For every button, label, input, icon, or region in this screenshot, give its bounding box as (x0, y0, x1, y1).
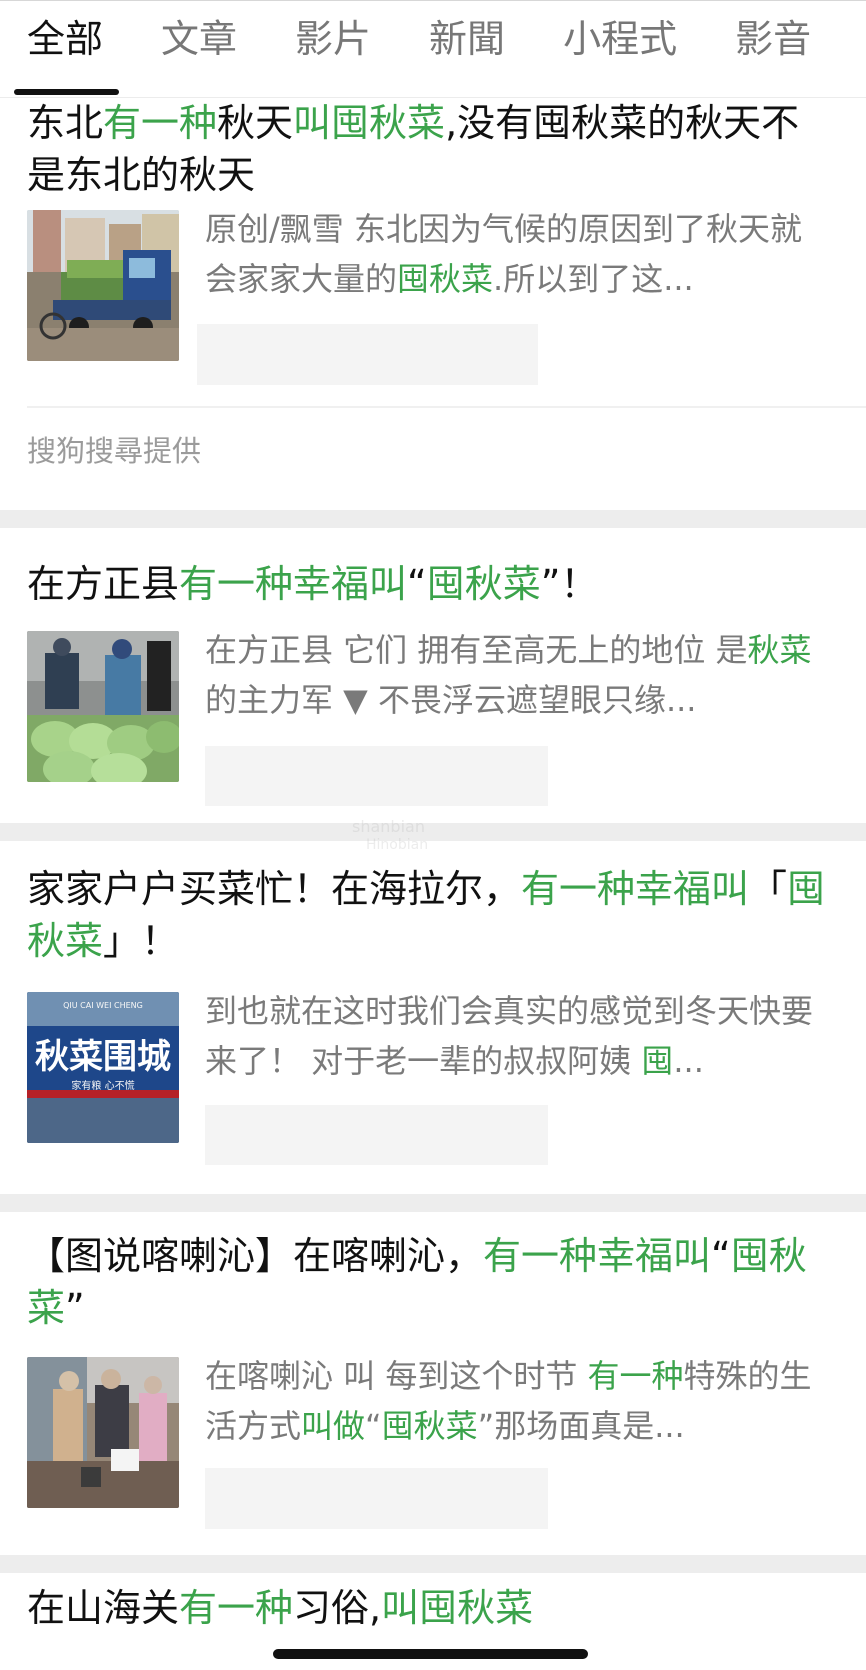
text-segment: 」！ (103, 919, 180, 963)
highlighted-text: 有一种 (103, 101, 218, 145)
text-segment: 在方正县 它们 拥有至高无上的地位 是 (205, 631, 748, 669)
result-title[interactable]: 家家户户买菜忙！在海拉尔，有一种幸福叫「囤秋菜」！ (27, 863, 827, 967)
text-segment: 的主力军 ▼ 不畏浮云遮望眼只缘... (205, 681, 697, 719)
tab-news[interactable]: 新聞 (429, 20, 505, 58)
result-thumbnail-1[interactable] (27, 210, 179, 361)
result-snippet: 到也就在这时我们会真实的感觉到冬天快要来了！ 对于老一辈的叔叔阿姨 囤... (205, 986, 831, 1090)
result-type-tabs: 全部 文章 影片 新聞 小程式 影音 (27, 20, 811, 58)
text-segment: “ (365, 1407, 382, 1445)
text-segment: ”！ (540, 562, 599, 606)
highlighted-text: 有一种 (179, 1586, 294, 1630)
text-segment: ”那场面真是... (477, 1407, 685, 1445)
source-info-placeholder (205, 746, 548, 806)
result-card-2[interactable]: 在方正县有一种幸福叫“囤秋菜”！ 在方正县 它们 拥有至高无上的地位 是秋菜的主… (0, 528, 866, 809)
result-title[interactable]: 东北有一种秋天叫囤秋菜,没有囤秋菜的秋天不是东北的秋天 (27, 97, 827, 201)
outdoor-crowd-image (27, 1357, 179, 1508)
highlighted-text: 囤秋菜 (397, 260, 494, 298)
highlighted-text: 囤秋菜 (381, 1407, 478, 1445)
text-segment: ” (65, 1286, 85, 1330)
section-separator (0, 510, 866, 528)
tab-mini-programs[interactable]: 小程式 (563, 20, 677, 58)
text-segment: 在方正县 (27, 562, 180, 606)
result-card-4[interactable]: 【图说喀喇沁】在喀喇沁，有一种幸福叫“囤秋菜” 在喀喇沁 叫 每到这个时节 有一… (0, 1212, 866, 1555)
highlighted-text: 有一种幸福叫 (483, 1234, 712, 1278)
search-results: 东北有一种秋天叫囤秋菜,没有囤秋菜的秋天不是东北的秋天 原创/飘雪 东北因为气候… (0, 96, 866, 1670)
text-segment: ... (673, 1042, 704, 1080)
provider-divider (27, 406, 866, 408)
truck-cabbage-image (27, 210, 179, 361)
text-segment: 到也就在这时我们会真实的感觉到冬天快要来了！ 对于老一辈的叔叔阿姨 (205, 992, 814, 1080)
result-snippet: 在方正县 它们 拥有至高无上的地位 是秋菜的主力军 ▼ 不畏浮云遮望眼只缘... (205, 625, 831, 729)
result-snippet: 在喀喇沁 叫 每到这个时节 有一种特殊的生活方式叫做“囤秋菜”那场面真是... (205, 1351, 831, 1455)
result-thumbnail-3[interactable]: QIU CAI WEI CHENG 秋菜围城 家有粮 心不慌 (27, 992, 179, 1143)
text-segment: 【图说喀喇沁】在喀喇沁， (27, 1234, 484, 1278)
text-segment: 在山海关 (27, 1586, 180, 1630)
highlighted-text: 有一种幸福叫 (521, 867, 750, 911)
home-indicator (273, 1649, 588, 1659)
text-segment: 在喀喇沁 叫 每到这个时节 (205, 1357, 588, 1395)
vegetable-market-image (27, 631, 179, 782)
thumbnail-banner-subtext: 家有粮 心不慌 (71, 1079, 134, 1092)
result-title[interactable]: 【图说喀喇沁】在喀喇沁，有一种幸福叫“囤秋菜” (27, 1230, 827, 1334)
tab-articles[interactable]: 文章 (161, 20, 237, 58)
highlighted-text: 叫囤秋菜 (293, 101, 446, 145)
source-info-placeholder (197, 324, 538, 385)
result-snippet: 原创/飘雪 东北因为气候的原因到了秋天就会家家大量的囤秋菜.所以到了这... (205, 204, 831, 308)
provider-label: 搜狗搜尋提供 (27, 434, 202, 468)
highlighted-text: 叫囤秋菜 (381, 1586, 534, 1630)
text-segment: “ (407, 562, 427, 606)
highlighted-text: 有一种幸福叫 (179, 562, 408, 606)
source-info-placeholder (205, 1468, 548, 1529)
text-segment: 「 (749, 867, 788, 911)
highlighted-text: 囤 (641, 1042, 674, 1080)
highlighted-text: 秋菜 (747, 631, 812, 669)
tab-all[interactable]: 全部 (27, 20, 103, 58)
result-thumbnail-4[interactable] (27, 1357, 179, 1508)
highlighted-text: 囤秋菜 (426, 562, 541, 606)
section-separator (0, 1194, 866, 1212)
tab-videos[interactable]: 影片 (295, 20, 371, 58)
highlighted-text: 叫做 (301, 1407, 366, 1445)
text-segment: 秋天 (217, 101, 294, 145)
result-card-1[interactable]: 东北有一种秋天叫囤秋菜,没有囤秋菜的秋天不是东北的秋天 原创/飘雪 东北因为气候… (0, 96, 866, 476)
result-thumbnail-2[interactable] (27, 631, 179, 782)
text-segment: 习俗, (293, 1586, 382, 1630)
source-info-placeholder (205, 1105, 548, 1165)
cabbage-city-banner-image: QIU CAI WEI CHENG 秋菜围城 家有粮 心不慌 (27, 992, 179, 1143)
faint-watermark: shanbian Hinobian (352, 817, 429, 854)
text-segment: “ (711, 1234, 731, 1278)
tab-audio-video[interactable]: 影音 (735, 20, 811, 58)
result-card-3[interactable]: 家家户户买菜忙！在海拉尔，有一种幸福叫「囤秋菜」！ QIU CAI WEI CH… (0, 841, 866, 1190)
active-tab-indicator (14, 89, 119, 95)
text-segment: 家家户户买菜忙！在海拉尔， (27, 867, 522, 911)
thumbnail-top-text: QIU CAI WEI CHENG (63, 1001, 143, 1010)
top-tab-bar: 全部 文章 影片 新聞 小程式 影音 (0, 0, 866, 98)
result-title[interactable]: 在方正县有一种幸福叫“囤秋菜”！ (27, 558, 827, 610)
highlighted-text: 有一种 (587, 1357, 684, 1395)
thumbnail-banner-text: 秋菜围城 (35, 1037, 171, 1077)
result-title[interactable]: 在山海关有一种习俗,叫囤秋菜 (27, 1582, 827, 1634)
text-segment: 东北 (27, 101, 104, 145)
section-separator (0, 1555, 866, 1573)
text-segment: .所以到了这... (493, 260, 694, 298)
